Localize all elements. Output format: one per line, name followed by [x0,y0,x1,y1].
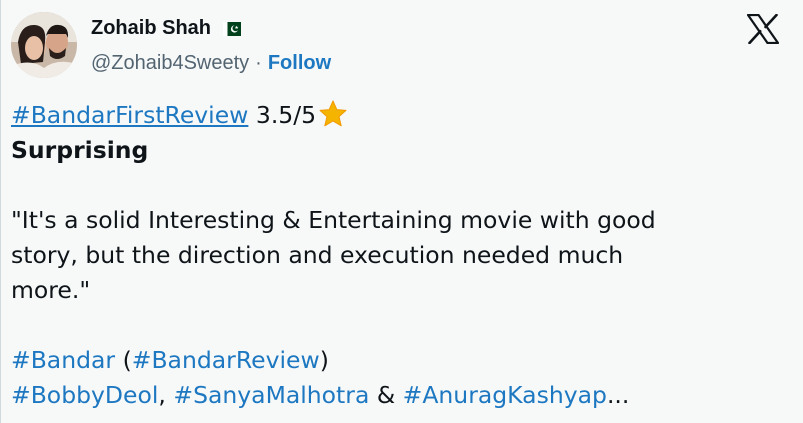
tweet-tags-line: #Bandar (#BandarReview) [11,343,791,378]
rating-text: 3.5/5 [255,101,317,129]
tweet-quote-line: "It's a solid Interesting & Entertaining… [11,206,656,234]
tweet-quote-line: story, but the direction and execution n… [11,241,624,269]
hashtag-link[interactable]: #Bandar [11,346,115,374]
pakistan-flag-icon [223,21,241,36]
name-row: Zohaib Shah [91,16,331,42]
tweet-quote-line: more." [11,276,91,304]
tweet-line-rating: #BandarFirstReview 3.5/5 [11,98,791,133]
author-info: Zohaib Shah @Zohaib4Sweety · Follow [91,16,331,75]
tweet-tags-line: #BobbyDeol, #SanyaMalhotra & #AnuragKash… [11,378,791,413]
star-icon [318,99,348,129]
paren-close: ) [319,346,329,374]
author-handle[interactable]: @Zohaib4Sweety [91,52,249,75]
tweet-headline: Surprising [11,136,149,164]
paren-open: ( [122,346,132,374]
tweet-text: #BandarFirstReview 3.5/5 Surprising "It'… [11,98,791,413]
hashtag-link[interactable]: #BandarReview [132,346,320,374]
comma: , [158,381,166,409]
line-spacer [11,308,791,343]
author-display-name[interactable]: Zohaib Shah [91,17,211,40]
hashtag-link[interactable]: #BandarFirstReview [11,101,248,129]
avatar[interactable] [11,12,77,78]
ellipsis: ... [606,381,630,409]
tweet-embed-card: Zohaib Shah @Zohaib4Sweety · Follow #Ban… [0,0,803,423]
separator-dot: · [255,51,262,74]
line-spacer [11,168,791,203]
follow-button[interactable]: Follow [268,52,331,75]
tweet-header: Zohaib Shah @Zohaib4Sweety · Follow [11,12,331,78]
ampersand: & [376,381,396,409]
x-logo-icon[interactable] [746,13,780,45]
hashtag-link[interactable]: #BobbyDeol [11,381,158,409]
hashtag-link[interactable]: #AnuragKashyap [403,381,607,409]
hashtag-link[interactable]: #SanyaMalhotra [173,381,369,409]
handle-row: @Zohaib4Sweety · Follow [91,52,331,75]
